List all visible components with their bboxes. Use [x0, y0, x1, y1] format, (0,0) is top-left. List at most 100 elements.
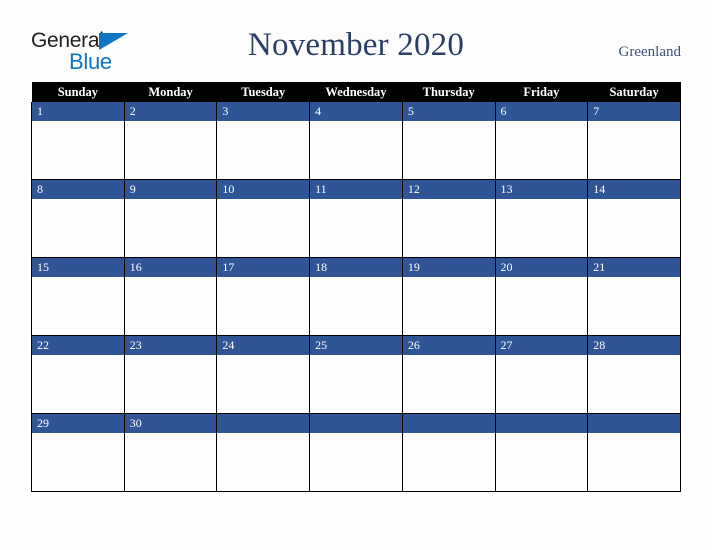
calendar-day-cell[interactable]: 3	[216, 102, 311, 180]
calendar-week-row: 15 16 17 18 19 20 21	[31, 257, 681, 336]
day-notes-area[interactable]	[32, 199, 124, 257]
day-notes-area[interactable]	[32, 121, 124, 179]
calendar-day-cell-empty[interactable]	[401, 413, 496, 492]
day-notes-area[interactable]	[124, 121, 217, 179]
day-notes-area[interactable]	[588, 355, 680, 413]
day-number: 12	[402, 180, 495, 199]
calendar-day-cell[interactable]: 7	[587, 102, 681, 180]
calendar-day-cell[interactable]: 10	[216, 179, 311, 258]
day-notes-area[interactable]	[217, 121, 310, 179]
day-notes-area[interactable]	[32, 433, 124, 491]
day-notes-area[interactable]	[310, 121, 402, 179]
calendar-day-cell[interactable]: 23	[123, 335, 218, 414]
day-number: 14	[588, 180, 680, 199]
calendar-day-cell-empty[interactable]	[494, 413, 589, 492]
day-notes-area[interactable]	[402, 433, 495, 491]
day-notes-area[interactable]	[402, 277, 495, 335]
day-notes-area[interactable]	[124, 433, 217, 491]
day-number: 20	[495, 258, 588, 277]
calendar-day-cell-empty[interactable]	[309, 413, 403, 492]
day-notes-area[interactable]	[495, 433, 588, 491]
day-number: 5	[402, 102, 495, 121]
day-number: 24	[217, 336, 310, 355]
calendar-week-row: 8 9 10 11 12 13 14	[31, 179, 681, 258]
calendar-day-cell[interactable]: 18	[309, 257, 403, 336]
calendar-day-cell[interactable]: 30	[123, 413, 218, 492]
day-notes-area[interactable]	[495, 121, 588, 179]
calendar-day-cell[interactable]: 14	[587, 179, 681, 258]
day-number: 16	[124, 258, 217, 277]
calendar-day-cell-empty[interactable]	[216, 413, 311, 492]
day-number: 6	[495, 102, 588, 121]
calendar-day-cell[interactable]: 25	[309, 335, 403, 414]
calendar-day-cell[interactable]: 16	[123, 257, 218, 336]
calendar-day-cell-empty[interactable]	[587, 413, 681, 492]
calendar-day-cell[interactable]: 5	[401, 102, 496, 180]
calendar-day-cell[interactable]: 8	[31, 179, 125, 258]
day-notes-area[interactable]	[402, 199, 495, 257]
day-number: 7	[588, 102, 680, 121]
calendar-day-cell[interactable]: 21	[587, 257, 681, 336]
calendar-day-cell[interactable]: 15	[31, 257, 125, 336]
weekday-header-friday: Friday	[495, 82, 588, 102]
day-notes-area[interactable]	[32, 355, 124, 413]
calendar-day-cell[interactable]: 22	[31, 335, 125, 414]
day-notes-area[interactable]	[495, 355, 588, 413]
day-number	[310, 414, 402, 433]
weekday-header-row: Sunday Monday Tuesday Wednesday Thursday…	[31, 82, 681, 102]
day-notes-area[interactable]	[124, 199, 217, 257]
day-notes-area[interactable]	[588, 277, 680, 335]
day-number: 2	[124, 102, 217, 121]
day-number: 4	[310, 102, 402, 121]
calendar-day-cell[interactable]: 2	[123, 102, 218, 180]
weekday-header-wednesday: Wednesday	[309, 82, 403, 102]
day-notes-area[interactable]	[310, 277, 402, 335]
calendar-day-cell[interactable]: 9	[123, 179, 218, 258]
day-number: 22	[32, 336, 124, 355]
calendar-day-cell[interactable]: 17	[216, 257, 311, 336]
weekday-header-tuesday: Tuesday	[216, 82, 310, 102]
calendar-day-cell[interactable]: 4	[309, 102, 403, 180]
day-notes-area[interactable]	[217, 355, 310, 413]
day-notes-area[interactable]	[310, 355, 402, 413]
day-number: 25	[310, 336, 402, 355]
day-number: 11	[310, 180, 402, 199]
day-notes-area[interactable]	[124, 355, 217, 413]
day-notes-area[interactable]	[32, 277, 124, 335]
day-notes-area[interactable]	[310, 433, 402, 491]
day-number	[217, 414, 310, 433]
calendar-day-cell[interactable]: 1	[31, 102, 125, 180]
calendar-grid: Sunday Monday Tuesday Wednesday Thursday…	[31, 82, 681, 492]
calendar-day-cell[interactable]: 28	[587, 335, 681, 414]
day-number	[402, 414, 495, 433]
calendar-day-cell[interactable]: 12	[401, 179, 496, 258]
day-notes-area[interactable]	[495, 277, 588, 335]
calendar-day-cell[interactable]: 11	[309, 179, 403, 258]
day-notes-area[interactable]	[310, 199, 402, 257]
page-title: November 2020	[247, 27, 465, 63]
calendar-day-cell[interactable]: 6	[494, 102, 589, 180]
calendar-day-cell[interactable]: 20	[494, 257, 589, 336]
day-number	[588, 414, 680, 433]
day-number: 18	[310, 258, 402, 277]
day-notes-area[interactable]	[588, 199, 680, 257]
day-notes-area[interactable]	[217, 433, 310, 491]
calendar-day-cell[interactable]: 26	[401, 335, 496, 414]
day-notes-area[interactable]	[124, 277, 217, 335]
day-notes-area[interactable]	[402, 355, 495, 413]
day-number	[495, 414, 588, 433]
calendar-day-cell[interactable]: 24	[216, 335, 311, 414]
calendar-day-cell[interactable]: 19	[401, 257, 496, 336]
day-notes-area[interactable]	[217, 199, 310, 257]
calendar-day-cell[interactable]: 13	[494, 179, 589, 258]
day-notes-area[interactable]	[402, 121, 495, 179]
day-number: 1	[32, 102, 124, 121]
day-notes-area[interactable]	[217, 277, 310, 335]
day-notes-area[interactable]	[495, 199, 588, 257]
calendar-day-cell[interactable]: 29	[31, 413, 125, 492]
day-notes-area[interactable]	[588, 121, 680, 179]
calendar-day-cell[interactable]: 27	[494, 335, 589, 414]
day-number: 8	[32, 180, 124, 199]
day-notes-area[interactable]	[588, 433, 680, 491]
page-header: General Blue November 2020 Greenland	[0, 0, 712, 82]
